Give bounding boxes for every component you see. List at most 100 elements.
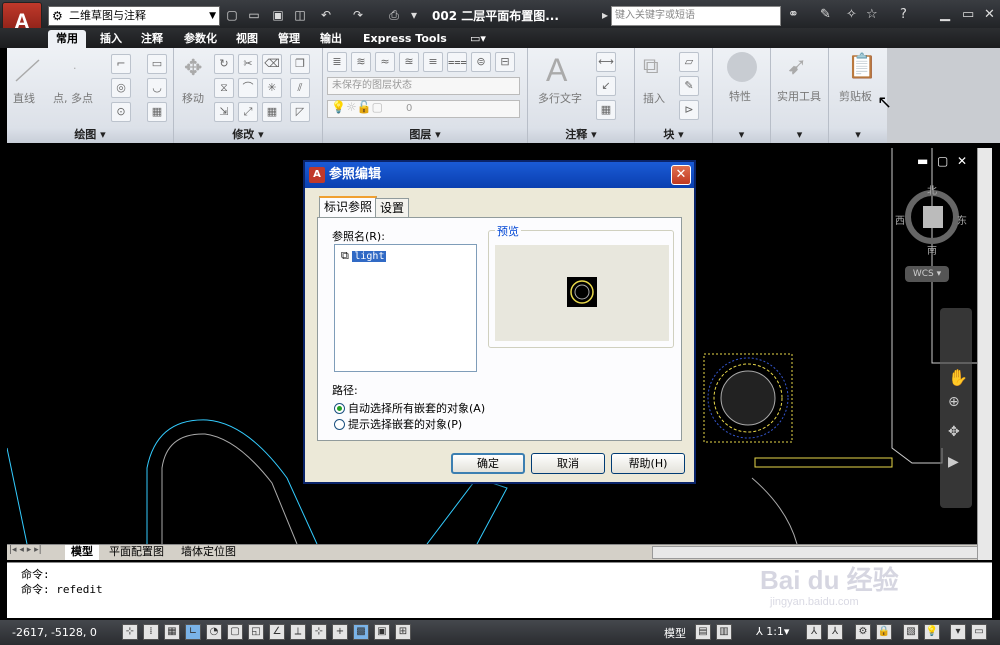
ducs-icon[interactable]: ⟂ (290, 624, 306, 640)
layer-lock-icon[interactable]: ⊜ (471, 52, 491, 72)
tab-output[interactable]: 输出 (312, 30, 350, 48)
restore-icon[interactable]: ▭ (962, 7, 974, 22)
tab-express-tools[interactable]: Express Tools (355, 30, 455, 48)
utilities-button[interactable]: 实用工具 (777, 88, 821, 104)
pan-icon[interactable]: ✋ (948, 368, 968, 387)
hatch-icon[interactable]: ▦ (147, 102, 167, 122)
tab-manage[interactable]: 管理 (270, 30, 308, 48)
viewport-close-icon[interactable]: ✕ (957, 154, 967, 168)
showmotion-icon[interactable]: ▶ (948, 454, 959, 470)
rectangle-icon[interactable]: ▭ (147, 54, 167, 74)
tab-layout-plan[interactable]: 平面配置图 (103, 545, 170, 560)
3d-osnap-icon[interactable]: ◱ (248, 624, 264, 640)
utilities-expand[interactable]: ▾ (771, 127, 828, 143)
create-block-icon[interactable]: ▱ (679, 52, 699, 72)
compass-north[interactable]: 北 (927, 182, 937, 197)
tab-layout-wall[interactable]: 墙体定位图 (175, 545, 242, 560)
ellipse-icon[interactable]: ⊙ (111, 102, 131, 122)
erase-icon[interactable]: ⌫ (262, 54, 282, 74)
save-as-icon[interactable]: ◫ (292, 7, 308, 23)
lock-icon[interactable]: 🔒 (876, 624, 892, 640)
leader-icon[interactable]: ↙ (596, 76, 616, 96)
viewport-minimize-icon[interactable]: ▬ (917, 154, 928, 168)
zoom-icon[interactable]: ⊕ (948, 394, 960, 410)
ribbon-toggle-icon[interactable]: ▭▾ (462, 30, 494, 48)
vertical-scrollbar[interactable] (977, 148, 992, 560)
scale-icon[interactable]: ⤢ (238, 102, 258, 122)
block-attribute-icon[interactable]: ⊳ (679, 100, 699, 120)
fillet-icon[interactable]: ⌒ (238, 78, 258, 98)
move-icon[interactable]: ✥ (184, 56, 202, 81)
quickview-drawings-icon[interactable]: ▥ (716, 624, 732, 640)
cancel-button[interactable]: 取消 (531, 453, 605, 474)
qa-dropdown-icon[interactable]: ▾ (406, 7, 422, 23)
layer-off-icon[interactable]: ⩶ (447, 52, 467, 72)
layer-unisolate-icon[interactable]: ≊ (399, 52, 419, 72)
tab-home[interactable]: 常用 (48, 30, 86, 48)
polyline-icon[interactable]: ⌐ (111, 54, 131, 74)
wrench-icon[interactable]: ✎ (820, 7, 831, 22)
dialog-close-button[interactable]: ✕ (671, 165, 691, 185)
search-input[interactable]: 键入关键字或短语 (611, 6, 781, 26)
offset-icon[interactable]: ⫽ (290, 78, 310, 98)
orbit-icon[interactable]: ✥ (948, 424, 960, 440)
utilities-icon[interactable]: ➹ (787, 52, 807, 80)
properties-expand[interactable]: ▾ (713, 127, 770, 143)
ok-button[interactable]: 确定 (451, 453, 525, 474)
tab-insert[interactable]: 插入 (92, 30, 130, 48)
workspace-switch-icon[interactable]: ⚙ (855, 624, 871, 640)
help-button[interactable]: 帮助(H) (611, 453, 685, 474)
clean-screen-icon[interactable]: ▭ (971, 624, 987, 640)
explode-icon[interactable]: ✳ (262, 78, 282, 98)
tab-annotate[interactable]: 注释 (133, 30, 171, 48)
layers-panel-label[interactable]: 图层 ▾ (323, 127, 527, 143)
viewport-restore-icon[interactable]: ▢ (937, 154, 948, 168)
model-space-toggle[interactable]: 模型 (664, 625, 686, 641)
polar-icon[interactable]: ◔ (206, 624, 222, 640)
list-item[interactable]: ⧉ light (341, 249, 387, 263)
viewcube-face[interactable] (923, 206, 943, 228)
radio-auto-select-nested[interactable]: 自动选择所有嵌套的对象(A) (334, 400, 485, 416)
wcs-menu[interactable]: WCS ▾ (905, 266, 949, 282)
annotation-visibility-icon[interactable]: ⅄ (806, 624, 822, 640)
tab-identify-reference[interactable]: 标识参照 (319, 196, 378, 218)
horizontal-scrollbar[interactable] (652, 546, 982, 559)
dialog-title-bar[interactable]: A 参照编辑 ✕ (305, 162, 694, 188)
radio-prompt-select-nested[interactable]: 提示选择嵌套的对象(P) (334, 416, 462, 432)
mtext-icon[interactable]: A (546, 52, 567, 89)
properties-button[interactable]: 特性 (729, 88, 751, 104)
move-button[interactable]: 移动 (182, 90, 204, 106)
otrack-icon[interactable]: ∠ (269, 624, 285, 640)
modify-panel-label[interactable]: 修改 ▾ (174, 127, 322, 143)
status-menu-icon[interactable]: ▾ (950, 624, 966, 640)
point-button[interactable]: 点, 多点 (53, 90, 93, 106)
block-panel-label[interactable]: 块 ▾ (635, 127, 712, 143)
mirror-icon[interactable]: ⧖ (214, 78, 234, 98)
osnap-icon[interactable]: ▢ (227, 624, 243, 640)
annotation-scale[interactable]: ⅄ 1:1▾ (756, 625, 789, 638)
properties-icon[interactable] (727, 52, 757, 82)
tab-nav-arrows[interactable]: |◂ ◂ ▸ ▸| (9, 545, 42, 555)
compass-west[interactable]: 西 (895, 212, 905, 227)
compass-south[interactable]: 南 (927, 242, 937, 257)
mtext-button[interactable]: 多行文字 (538, 90, 582, 106)
layer-isolate-icon[interactable]: ≈ (375, 52, 395, 72)
ortho-icon[interactable]: ∟ (185, 624, 201, 640)
layer-match-icon[interactable]: ⊟ (495, 52, 515, 72)
dyn-icon[interactable]: ⊹ (311, 624, 327, 640)
line-icon[interactable] (13, 56, 43, 84)
compass-east[interactable]: 东 (957, 212, 967, 227)
arc-icon[interactable]: ◡ (147, 78, 167, 98)
stretch-icon[interactable]: ⇲ (214, 102, 234, 122)
star-icon[interactable]: ☆ (866, 7, 878, 22)
qp-icon[interactable]: ▣ (374, 624, 390, 640)
viewcube[interactable]: 北 南 东 西 (895, 182, 967, 257)
auto-scale-icon[interactable]: ⅄ (827, 624, 843, 640)
circle-icon[interactable]: ◎ (111, 78, 131, 98)
subscription-icon[interactable]: ✧ (846, 7, 857, 22)
line-button[interactable]: 直线 (13, 90, 35, 106)
copy-icon[interactable]: ❐ (290, 54, 310, 74)
layer-freeze-icon[interactable]: ≡ (423, 52, 443, 72)
trim-icon[interactable]: ✂ (238, 54, 258, 74)
tab-view[interactable]: 视图 (228, 30, 266, 48)
